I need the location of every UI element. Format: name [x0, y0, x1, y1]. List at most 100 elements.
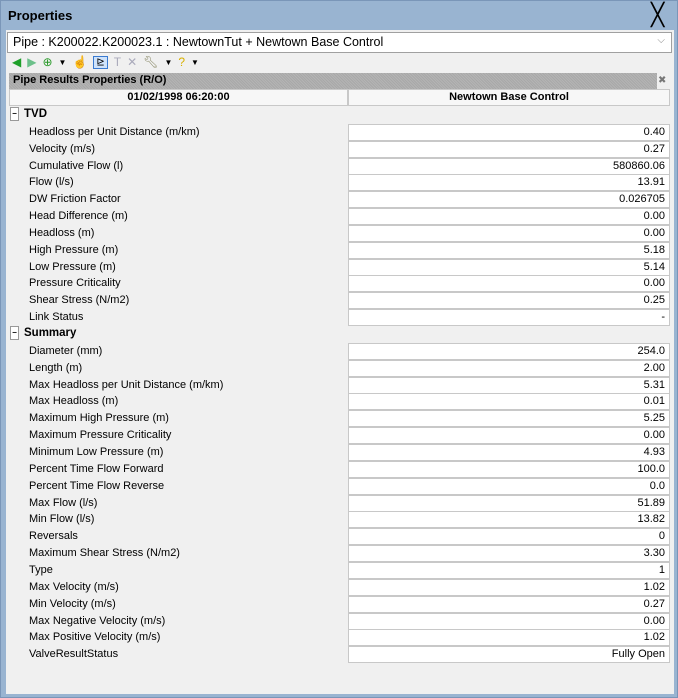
property-label: Shear Stress (N/m2)	[29, 294, 130, 306]
text-icon[interactable]: T	[114, 55, 121, 69]
pointer-icon[interactable]: ☝	[72, 55, 87, 69]
property-label: Maximum High Pressure (m)	[29, 412, 169, 424]
property-value[interactable]: 5.14	[348, 259, 670, 276]
time-column-header: 01/02/1998 06:20:00	[9, 89, 348, 106]
graph-icon[interactable]: ⊵	[93, 55, 108, 69]
property-row: Length (m) 2.00	[6, 360, 674, 377]
property-value[interactable]: 5.18	[348, 242, 670, 259]
property-value[interactable]: 0.01	[348, 393, 670, 410]
collapse-icon[interactable]: −	[10, 326, 19, 341]
property-label: Cumulative Flow (l)	[29, 160, 124, 172]
property-value[interactable]: 0.026705	[348, 191, 670, 208]
property-row: Max Positive Velocity (m/s) 1.02	[6, 629, 674, 646]
property-value[interactable]: -	[348, 309, 670, 326]
property-row: Max Negative Velocity (m/s) 0.00	[6, 613, 674, 630]
property-row: Minimum Low Pressure (m) 4.93	[6, 444, 674, 461]
property-value[interactable]: 4.93	[348, 444, 670, 461]
properties-window: Properties ╳ Pipe : K200022.K200023.1 : …	[0, 0, 678, 698]
property-row: Low Pressure (m) 5.14	[6, 259, 674, 276]
property-label: Headloss (m)	[29, 227, 95, 239]
panel-title: Pipe Results Properties (R/O)	[9, 73, 657, 89]
property-row: Cumulative Flow (l) 580860.06	[6, 158, 674, 175]
property-value[interactable]: 1.02	[348, 629, 670, 646]
property-value[interactable]: 5.31	[348, 377, 670, 394]
help-icon[interactable]: ?	[178, 55, 185, 69]
property-row: Headloss per Unit Distance (m/km) 0.40	[6, 124, 674, 141]
property-row: Diameter (mm) 254.0	[6, 343, 674, 360]
property-row: Max Velocity (m/s) 1.02	[6, 579, 674, 596]
property-label: Pressure Criticality	[29, 277, 121, 289]
property-value[interactable]: 13.91	[348, 174, 670, 191]
property-value[interactable]: 580860.06	[348, 158, 670, 175]
property-value[interactable]: 0.25	[348, 292, 670, 309]
property-row: Maximum High Pressure (m) 5.25	[6, 410, 674, 427]
property-label: Velocity (m/s)	[29, 143, 96, 155]
property-value[interactable]: Fully Open	[348, 646, 670, 663]
object-selector[interactable]: Pipe : K200022.K200023.1 : NewtownTut + …	[7, 32, 672, 53]
property-label: Max Velocity (m/s)	[29, 581, 119, 593]
property-label: Maximum Pressure Criticality	[29, 429, 172, 441]
property-value[interactable]: 1.02	[348, 579, 670, 596]
property-row: Percent Time Flow Forward 100.0	[6, 461, 674, 478]
property-row: Headloss (m) 0.00	[6, 225, 674, 242]
property-row: ValveResultStatus Fully Open	[6, 646, 674, 663]
property-label: Min Velocity (m/s)	[29, 598, 116, 610]
dropdown-arrow-icon[interactable]: ▼	[59, 58, 67, 67]
property-value[interactable]: 0.00	[348, 427, 670, 444]
collapse-icon[interactable]: −	[10, 107, 19, 121]
property-row: Maximum Shear Stress (N/m2) 3.30	[6, 545, 674, 562]
property-label: Diameter (mm)	[29, 345, 103, 357]
property-label: Max Negative Velocity (m/s)	[29, 615, 166, 627]
panel-close-icon[interactable]: ✖	[658, 75, 666, 86]
property-value[interactable]: 0.00	[348, 225, 670, 242]
property-value[interactable]: 2.00	[348, 360, 670, 377]
property-row: Reversals 0	[6, 528, 674, 545]
property-value[interactable]: 5.25	[348, 410, 670, 427]
globe-icon[interactable]: ⊕	[42, 55, 52, 69]
property-value[interactable]: 0.00	[348, 208, 670, 225]
property-row: Shear Stress (N/m2) 0.25	[6, 292, 674, 309]
property-value[interactable]: 51.89	[348, 495, 670, 512]
property-value[interactable]: 0.27	[348, 141, 670, 158]
window-title: Properties	[8, 8, 73, 23]
property-value[interactable]: 3.30	[348, 545, 670, 562]
property-value[interactable]: 0.0	[348, 478, 670, 495]
property-row: Pressure Criticality 0.00	[6, 275, 674, 292]
property-value[interactable]: 0	[348, 528, 670, 545]
property-value[interactable]: 254.0	[348, 343, 670, 360]
property-row: DW Friction Factor 0.026705	[6, 191, 674, 208]
group-label: Summary	[24, 327, 77, 340]
property-value[interactable]: 100.0	[348, 461, 670, 478]
property-value[interactable]: 0.27	[348, 596, 670, 613]
dropdown-arrow-icon[interactable]: ▼	[164, 58, 172, 67]
close-icon[interactable]: ╳	[651, 4, 664, 26]
dropdown-arrow-icon[interactable]: ▼	[191, 58, 199, 67]
back-icon[interactable]: ◀	[12, 55, 21, 69]
delete-icon[interactable]: ✕	[127, 55, 137, 69]
property-row: Min Flow (l/s) 13.82	[6, 511, 674, 528]
property-value[interactable]: 0.00	[348, 275, 670, 292]
property-row: Head Difference (m) 0.00	[6, 208, 674, 225]
forward-icon[interactable]: ▶	[27, 55, 36, 69]
property-value[interactable]: 0.00	[348, 613, 670, 630]
property-row: Max Headloss (m) 0.01	[6, 393, 674, 410]
chevron-down-icon[interactable]: ⌵	[657, 35, 665, 46]
property-value[interactable]: 1	[348, 562, 670, 579]
scenario-column-header: Newtown Base Control	[348, 89, 670, 106]
property-label: Max Headloss (m)	[29, 395, 119, 407]
property-row: Type 1	[6, 562, 674, 579]
property-value[interactable]: 0.40	[348, 124, 670, 141]
property-row: Percent Time Flow Reverse 0.0	[6, 478, 674, 495]
property-row: Flow (l/s) 13.91	[6, 174, 674, 191]
property-label: Percent Time Flow Reverse	[29, 480, 165, 492]
property-label: Max Flow (l/s)	[29, 497, 98, 509]
group-header-tvd: − TVD	[10, 107, 47, 121]
property-value[interactable]: 13.82	[348, 511, 670, 528]
property-label: Reversals	[29, 530, 78, 542]
property-label: Length (m)	[29, 362, 83, 374]
property-row: Link Status -	[6, 309, 674, 326]
property-label: Minimum Low Pressure (m)	[29, 446, 164, 458]
toolbar: ◀ ▶ ⊕ ▼ ☝ ⊵ T ✕ 🔧︎ ▼ ? ▼	[12, 54, 199, 70]
property-label: Maximum Shear Stress (N/m2)	[29, 547, 180, 559]
wrench-icon[interactable]: 🔧︎	[143, 55, 158, 69]
